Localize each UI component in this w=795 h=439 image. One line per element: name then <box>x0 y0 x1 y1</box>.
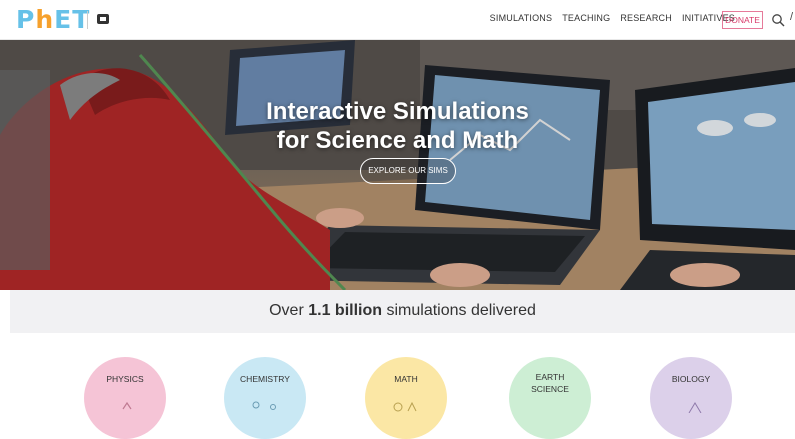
stats-count: 1.1 billion <box>308 302 383 319</box>
phet-logo[interactable]: PhET <box>16 6 90 34</box>
logo-letter-p: P <box>16 5 36 34</box>
category-label: CHEMISTRY <box>240 374 290 384</box>
hero-title-line2: for Science and Math <box>276 127 519 154</box>
search-icon[interactable] <box>771 13 785 27</box>
nav-link-simulations[interactable]: SIMULATIONS <box>490 13 553 23</box>
math-icon <box>393 401 417 412</box>
hero-heading: Interactive Simulations for Science and … <box>0 97 795 155</box>
university-logo-icon[interactable] <box>96 12 110 26</box>
account-icon[interactable]: / <box>790 11 793 23</box>
stats-bar: Over 1.1 billion simulations delivered <box>10 290 795 333</box>
category-biology[interactable]: BIOLOGY <box>650 357 732 439</box>
donate-button[interactable]: DONATE <box>722 11 763 29</box>
hero-banner: Interactive Simulations for Science and … <box>0 40 795 290</box>
category-math[interactable]: MATH <box>365 357 447 439</box>
nav-link-research[interactable]: RESEARCH <box>620 13 672 23</box>
category-physics[interactable]: PHYSICS <box>84 357 166 439</box>
category-label: MATH <box>394 374 418 384</box>
nav-links: SIMULATIONS TEACHING RESEARCH INITIATIVE… <box>490 13 735 23</box>
nav-link-teaching[interactable]: TEACHING <box>562 13 610 23</box>
category-label: EARTH SCIENCE <box>531 372 569 394</box>
chemistry-icon <box>252 401 276 410</box>
logo-divider <box>87 11 88 29</box>
stats-text: Over 1.1 billion simulations delivered <box>10 302 795 320</box>
hero-title-line1: Interactive Simulations <box>266 98 529 125</box>
category-label: PHYSICS <box>106 374 144 384</box>
category-chemistry[interactable]: CHEMISTRY <box>224 357 306 439</box>
category-earth-science[interactable]: EARTH SCIENCE <box>509 357 591 439</box>
logo-letter-e: E <box>54 5 73 34</box>
biology-icon <box>688 402 702 413</box>
explore-sims-button[interactable]: EXPLORE OUR SIMS <box>360 158 456 184</box>
physics-icon <box>122 401 132 410</box>
logo-letter-h: h <box>35 5 55 34</box>
stats-suffix: simulations delivered <box>382 302 536 319</box>
stats-prefix: Over <box>269 302 309 319</box>
top-navigation: PhET SIMULATIONS TEACHING RESEARCH INITI… <box>0 0 795 40</box>
category-label: BIOLOGY <box>671 374 711 384</box>
